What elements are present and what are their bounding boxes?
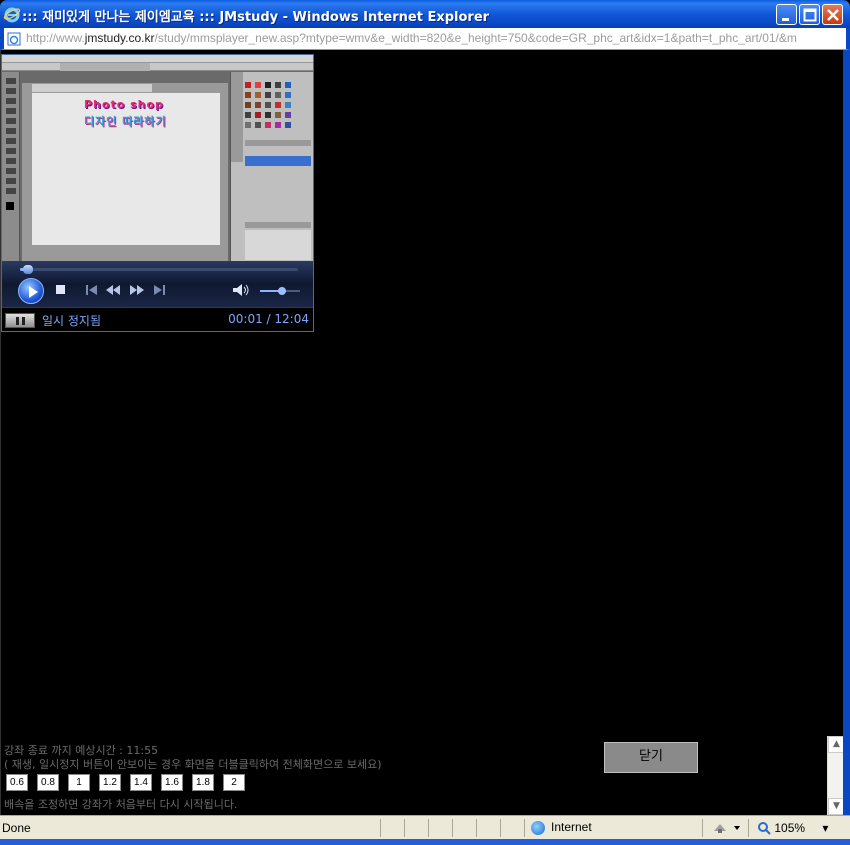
minimize-button[interactable] [776, 4, 797, 25]
window-title: ::: 재미있게 만나는 제이엠교육 ::: JMstudy - Windows… [22, 10, 490, 25]
status-bar: Done Internet 105% ▾ [0, 815, 850, 839]
page-icon [7, 32, 21, 46]
volume-icon[interactable] [232, 283, 250, 297]
globe-icon [531, 821, 545, 835]
maximize-icon [803, 8, 817, 22]
close-window-button[interactable] [822, 4, 843, 25]
zoom-level: 105% [774, 821, 806, 835]
video-screen[interactable]: Photo shop 디자인 따라하기 [2, 55, 313, 261]
speed-button-1.4[interactable]: 1.4 [130, 774, 152, 791]
zoom-dropdown-icon[interactable]: ▾ [822, 821, 828, 835]
video-app-menubar [2, 55, 313, 63]
speed-button-1.8[interactable]: 1.8 [192, 774, 214, 791]
speed-button-1[interactable]: 1 [68, 774, 90, 791]
play-icon [29, 286, 38, 298]
video-app-canvas-title [32, 84, 152, 92]
video-headline-2: 디자인 따라하기 [84, 115, 167, 128]
player-status-line: 일시 정지됨 00:01 / 12:04 [2, 307, 313, 331]
fullscreen-hint-text: ( 재생, 일시정지 버튼이 안보이는 경우 화면을 더블클릭하여 전체화면으로… [4, 758, 382, 771]
speed-button-1.6[interactable]: 1.6 [161, 774, 183, 791]
stop-icon[interactable] [55, 284, 67, 296]
next-icon[interactable] [152, 284, 166, 296]
video-app-layer-row [245, 156, 311, 166]
page-content: Photo shop 디자인 따라하기 일시 정지됨 00:01 / 12:04… [0, 50, 845, 815]
taskbar-edge [0, 839, 850, 845]
player-controls [2, 261, 313, 307]
speed-reset-notice: 배속을 조정하면 강좌가 처음부터 다시 시작됩니다. [4, 798, 238, 811]
status-text: Done [2, 821, 31, 835]
vertical-scrollbar[interactable]: ▲ ▼ [827, 736, 845, 815]
url-field[interactable]: http://www.jmstudy.co.kr/study/mmsplayer… [26, 31, 842, 45]
zoom-icon [758, 822, 771, 835]
url-path: /study/mmsplayer_new.asp?mtype=wmv&e_wid… [154, 31, 797, 45]
title-bar: ::: 재미있게 만나는 제이엠교육 ::: JMstudy - Windows… [0, 0, 850, 28]
zoom-control[interactable]: 105% ▾ [757, 821, 828, 835]
pause-button[interactable] [5, 313, 35, 328]
volume-slider[interactable] [260, 287, 300, 295]
speed-button-2[interactable]: 2 [223, 774, 245, 791]
protected-mode-icon[interactable] [712, 821, 742, 835]
previous-icon[interactable] [85, 284, 99, 296]
address-bar[interactable]: http://www.jmstudy.co.kr/study/mmsplayer… [0, 28, 850, 50]
video-app-toolbox [2, 72, 20, 261]
video-app-panels [230, 72, 313, 261]
speed-button-0.8[interactable]: 0.8 [37, 774, 59, 791]
minimize-icon [782, 18, 789, 21]
video-app-doc-tabs [60, 63, 150, 71]
window-frame-right [843, 50, 850, 815]
seek-handle[interactable] [22, 265, 33, 274]
fast-forward-icon[interactable] [129, 284, 145, 296]
close-icon [827, 9, 839, 21]
speed-button-1.2[interactable]: 1.2 [99, 774, 121, 791]
zone-label: Internet [551, 820, 592, 834]
rewind-icon[interactable] [105, 284, 121, 296]
close-lecture-button[interactable]: 닫기 [604, 742, 698, 773]
volume-handle[interactable] [278, 287, 286, 295]
play-button[interactable] [18, 278, 44, 304]
maximize-button[interactable] [799, 4, 820, 25]
media-player[interactable]: Photo shop 디자인 따라하기 일시 정지됨 00:01 / 12:04 [1, 54, 314, 332]
video-app-options-bar [2, 63, 313, 71]
url-prefix: http://www. [26, 31, 85, 45]
internet-explorer-icon [3, 7, 21, 23]
video-headline-1: Photo shop [84, 98, 164, 111]
player-time: 00:01 / 12:04 [228, 312, 309, 326]
url-host: jmstudy.co.kr [84, 31, 155, 45]
seek-bar[interactable] [20, 265, 298, 274]
speed-button-0.6[interactable]: 0.6 [6, 774, 28, 791]
player-status: 일시 정지됨 [42, 314, 102, 328]
